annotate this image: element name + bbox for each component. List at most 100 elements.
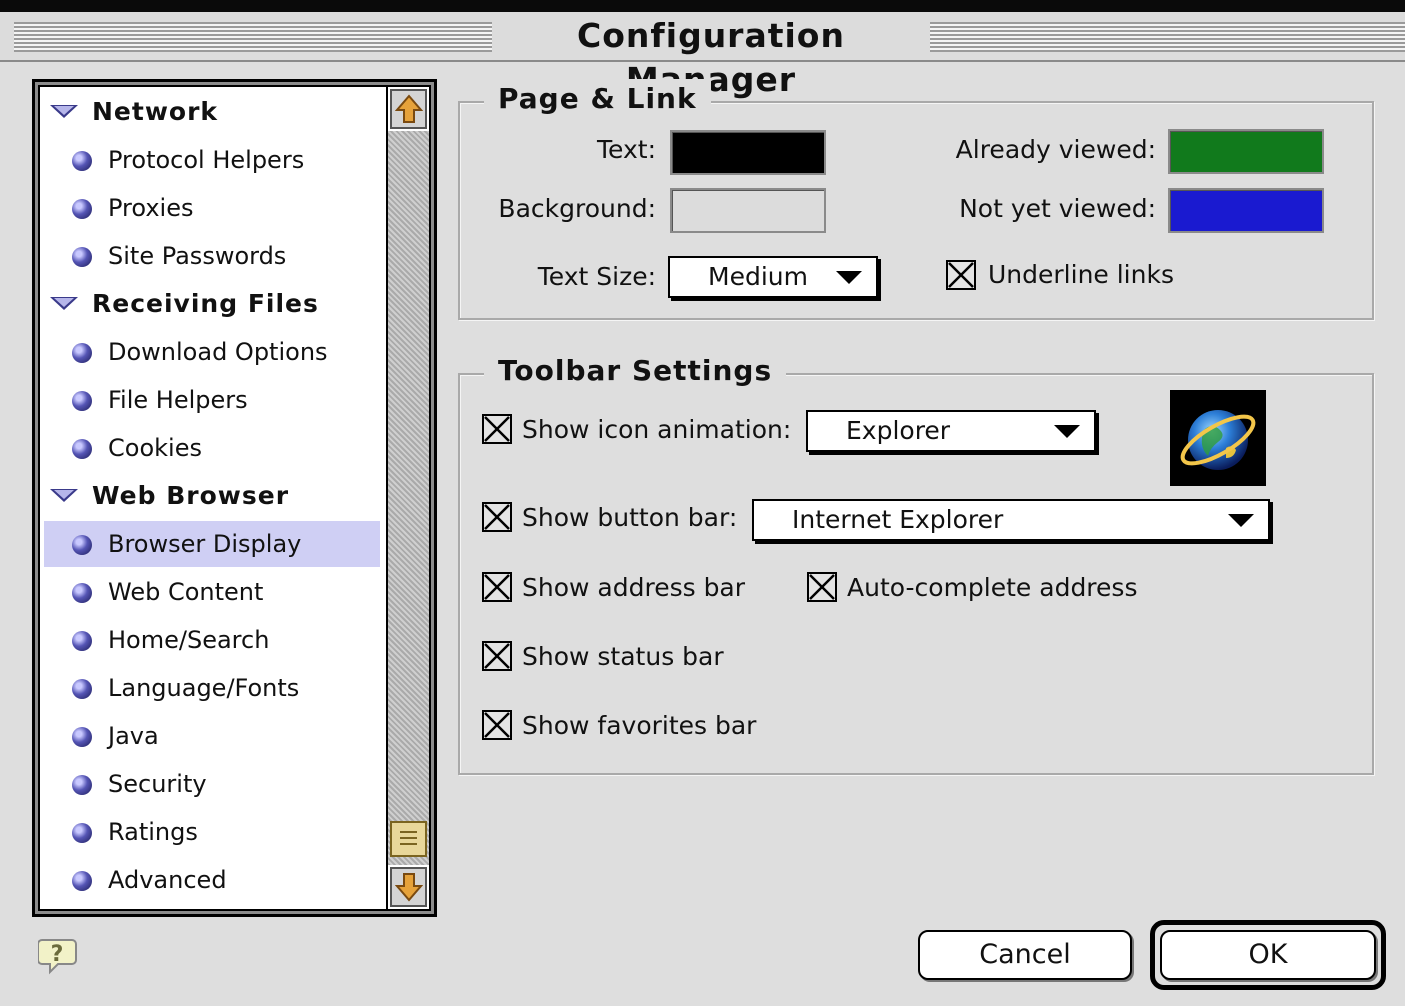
- button-bar-dropdown[interactable]: Internet Explorer: [752, 499, 1270, 541]
- cancel-button[interactable]: Cancel: [918, 930, 1132, 980]
- background-color-label: Background:: [498, 194, 656, 223]
- sidebar-item-label: Ratings: [108, 818, 198, 846]
- show-address-bar-checkbox[interactable]: [482, 572, 512, 602]
- text-size-dropdown[interactable]: Medium: [668, 256, 878, 298]
- auto-complete-address-label: Auto-complete address: [847, 573, 1138, 602]
- sidebar-item-label: Web Browser: [92, 481, 290, 510]
- sidebar-item-label: Security: [108, 770, 207, 798]
- background-color-swatch[interactable]: [670, 188, 826, 233]
- scroll-thumb[interactable]: [390, 821, 427, 857]
- category-list-panel: Network Protocol Helpers Proxies Site Passw…: [32, 79, 437, 917]
- text-size-label: Text Size:: [537, 262, 656, 291]
- scroll-down-button[interactable]: [390, 867, 427, 907]
- sidebar-item-file-helpers[interactable]: File Helpers: [44, 377, 380, 423]
- sidebar-item-label: Java: [108, 722, 159, 750]
- bullet-icon: [72, 535, 92, 555]
- bullet-icon: [72, 775, 92, 795]
- sidebar-item-label: Network: [92, 97, 219, 126]
- disclosure-triangle-icon[interactable]: [50, 105, 78, 118]
- sidebar-item-advanced[interactable]: Advanced: [44, 857, 380, 903]
- chevron-down-icon: [836, 271, 862, 284]
- bullet-icon: [72, 727, 92, 747]
- title-bar-stripes: [930, 22, 1405, 52]
- window-title: Configuration Manager: [492, 14, 930, 99]
- already-viewed-label: Already viewed:: [955, 135, 1156, 164]
- text-color-label: Text:: [597, 135, 656, 164]
- already-viewed-color-swatch[interactable]: [1168, 129, 1324, 174]
- sidebar-group-receiving-files[interactable]: Receiving Files: [44, 281, 380, 327]
- checkmark-x-icon: [484, 416, 510, 442]
- help-icon[interactable]: ?: [37, 934, 80, 976]
- checkmark-x-icon: [484, 643, 510, 669]
- checkmark-x-icon: [484, 504, 510, 530]
- sidebar-item-label: Download Options: [108, 338, 328, 366]
- sidebar-item-security[interactable]: Security: [44, 761, 380, 807]
- checkmark-x-icon: [484, 712, 510, 738]
- show-button-bar-label: Show button bar:: [522, 503, 738, 532]
- sidebar-item-ratings[interactable]: Ratings: [44, 809, 380, 855]
- show-icon-animation-checkbox[interactable]: [482, 414, 512, 444]
- show-button-bar-checkbox[interactable]: [482, 502, 512, 532]
- configuration-manager-window: Configuration Manager Network Protocol He…: [0, 0, 1405, 1006]
- sidebar-item-java[interactable]: Java: [44, 713, 380, 759]
- title-bar[interactable]: Configuration Manager: [0, 0, 1405, 99]
- sidebar-item-home-search[interactable]: Home/Search: [44, 617, 380, 663]
- sidebar-item-proxies[interactable]: Proxies: [44, 185, 380, 231]
- arrow-down-icon: [394, 873, 423, 902]
- not-yet-viewed-label: Not yet viewed:: [959, 194, 1156, 223]
- disclosure-triangle-icon[interactable]: [50, 489, 78, 502]
- sidebar-item-label: Web Content: [108, 578, 264, 606]
- chevron-down-icon: [1228, 514, 1254, 527]
- show-favorites-bar-label: Show favorites bar: [522, 711, 757, 740]
- text-size-value: Medium: [708, 262, 808, 291]
- show-icon-animation-label: Show icon animation:: [522, 415, 792, 444]
- icon-animation-dropdown[interactable]: Explorer: [806, 410, 1096, 452]
- toolbar-settings-legend: Toolbar Settings: [484, 351, 787, 391]
- bullet-icon: [72, 631, 92, 651]
- page-link-legend: Page & Link: [484, 79, 711, 119]
- bullet-icon: [72, 871, 92, 891]
- sidebar-item-label: Proxies: [108, 194, 194, 222]
- bullet-icon: [72, 343, 92, 363]
- bullet-icon: [72, 823, 92, 843]
- scroll-track[interactable]: [388, 131, 429, 865]
- sidebar-item-cookies[interactable]: Cookies: [44, 425, 380, 471]
- underline-links-checkbox[interactable]: [946, 260, 976, 290]
- sidebar-item-label: Language/Fonts: [108, 674, 300, 702]
- icon-animation-value: Explorer: [846, 416, 951, 445]
- ok-button[interactable]: OK: [1160, 930, 1376, 980]
- sidebar-group-web-browser[interactable]: Web Browser: [44, 473, 380, 519]
- title-bar-stripes: [14, 22, 492, 52]
- sidebar-item-web-content[interactable]: Web Content: [44, 569, 380, 615]
- disclosure-triangle-icon[interactable]: [50, 297, 78, 310]
- sidebar-item-label: Protocol Helpers: [108, 146, 305, 174]
- sidebar-item-site-passwords[interactable]: Site Passwords: [44, 233, 380, 279]
- show-status-bar-checkbox[interactable]: [482, 641, 512, 671]
- chevron-down-icon: [1054, 425, 1080, 438]
- sidebar-item-browser-display[interactable]: Browser Display: [44, 521, 380, 567]
- bullet-icon: [72, 199, 92, 219]
- sidebar-item-label: Browser Display: [108, 530, 302, 558]
- text-color-swatch[interactable]: [670, 130, 826, 175]
- bullet-icon: [72, 391, 92, 411]
- show-favorites-bar-checkbox[interactable]: [482, 710, 512, 740]
- sidebar-item-download-options[interactable]: Download Options: [44, 329, 380, 375]
- auto-complete-address-checkbox[interactable]: [807, 572, 837, 602]
- sidebar-item-protocol-helpers[interactable]: Protocol Helpers: [44, 137, 380, 183]
- checkmark-x-icon: [948, 262, 974, 288]
- sidebar-group-network[interactable]: Network: [44, 89, 380, 135]
- sidebar-item-label: File Helpers: [108, 386, 248, 414]
- checkmark-x-icon: [809, 574, 835, 600]
- show-address-bar-label: Show address bar: [522, 573, 746, 602]
- bullet-icon: [72, 679, 92, 699]
- not-yet-viewed-color-swatch[interactable]: [1168, 188, 1324, 233]
- underline-links-label: Underline links: [988, 260, 1174, 289]
- sidebar-item-label: Receiving Files: [92, 289, 319, 318]
- svg-text:?: ?: [51, 942, 64, 967]
- scroll-up-button[interactable]: [390, 89, 427, 129]
- category-list-scrollbar[interactable]: [386, 87, 429, 909]
- checkmark-x-icon: [484, 574, 510, 600]
- sidebar-item-language-fonts[interactable]: Language/Fonts: [44, 665, 380, 711]
- button-bar-value: Internet Explorer: [792, 505, 1004, 534]
- globe-icon: [1170, 390, 1266, 486]
